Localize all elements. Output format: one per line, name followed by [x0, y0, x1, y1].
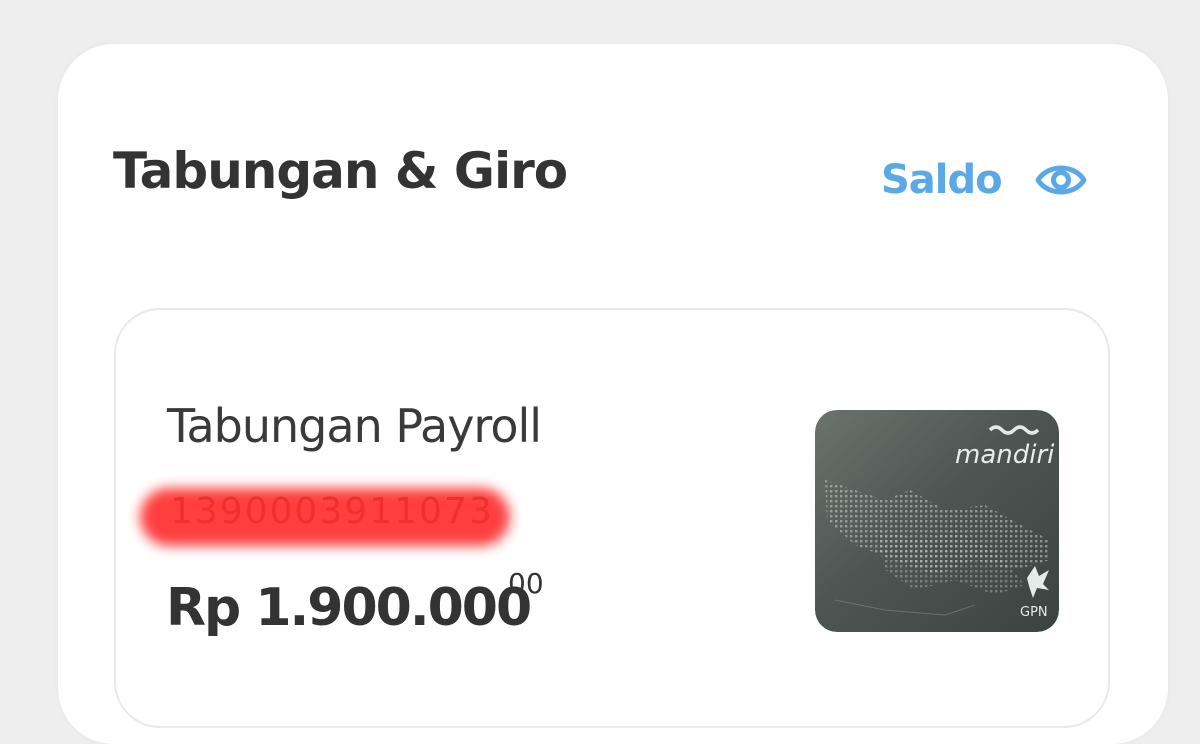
eye-icon — [1034, 160, 1088, 200]
mandiri-logo-icon: mandiri — [955, 440, 1055, 470]
saldo-label: Saldo — [881, 157, 1003, 203]
svg-text:GPN: GPN — [1020, 605, 1048, 620]
redaction-mark — [140, 488, 510, 546]
section-title: Tabungan & Giro — [113, 142, 568, 200]
debit-card-image: mandiri GPN — [815, 410, 1059, 632]
account-balance: Rp 1.900.000 — [166, 578, 532, 638]
show-balance-toggle[interactable]: Saldo — [881, 160, 1088, 200]
account-balance-cents: 00 — [508, 567, 544, 600]
svg-text:mandiri: mandiri — [955, 440, 1055, 470]
account-name: Tabungan Payroll — [167, 399, 542, 453]
